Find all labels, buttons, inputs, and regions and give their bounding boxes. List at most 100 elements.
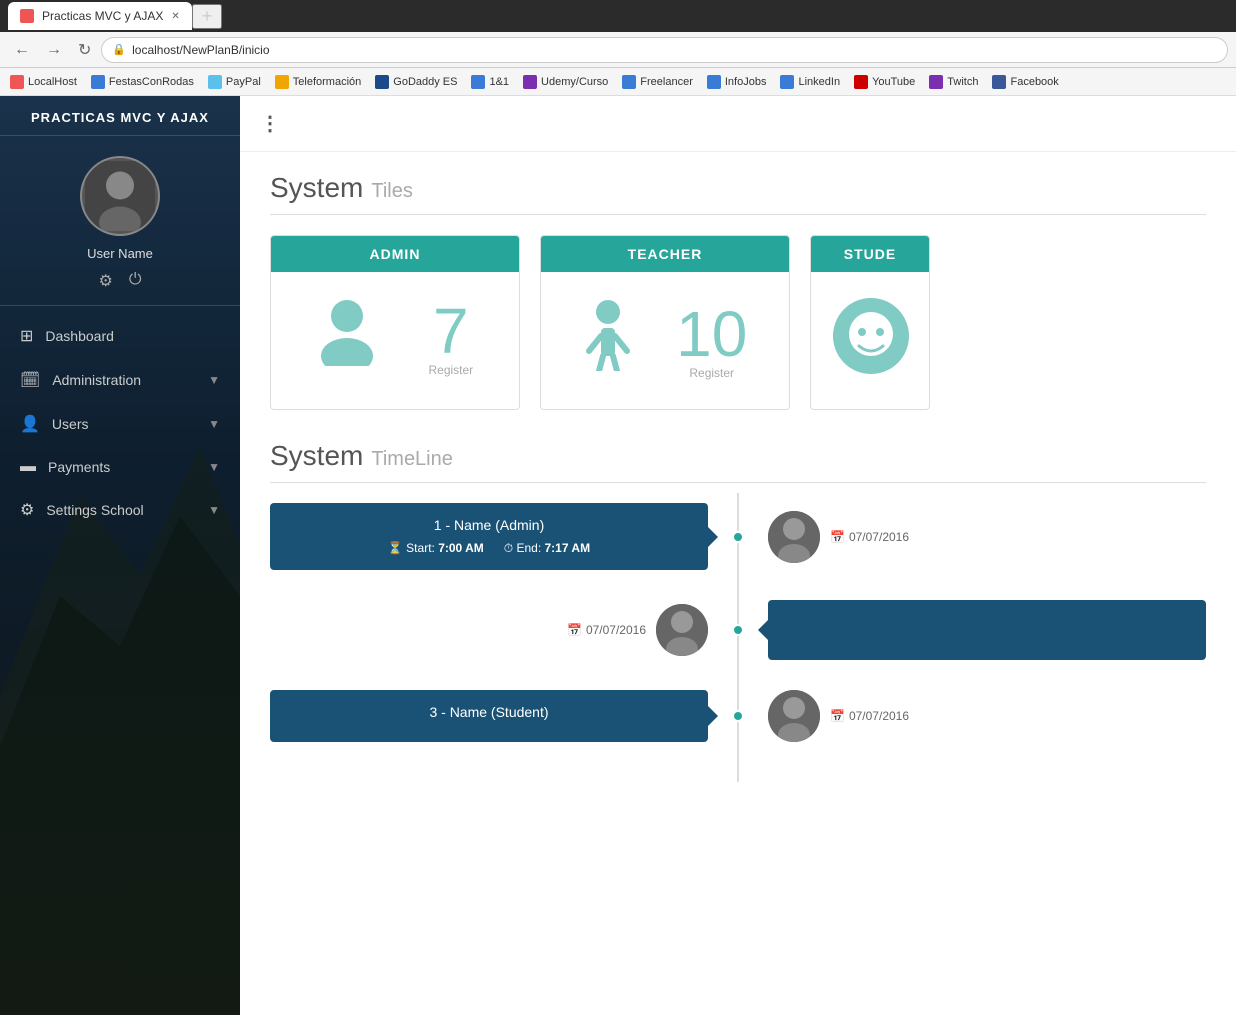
timeline-date-1: 📅 07/07/2016 [830, 530, 909, 544]
timeline-item-3: 3 - Name (Student) [270, 690, 1206, 742]
dashboard-icon: ⊞ [20, 326, 33, 346]
avatar [80, 156, 160, 236]
timeline-section-header: System TimeLine [270, 440, 1206, 483]
tile-student-body [811, 272, 929, 405]
tile-admin-label: Register [428, 363, 473, 377]
users-chevron-icon: ▼ [208, 417, 220, 431]
tile-admin-body: 7 Register [271, 272, 519, 404]
settings-icon[interactable]: ⚙ [99, 271, 113, 291]
timeline-arrow-3 [708, 706, 718, 726]
bookmark-infojobs[interactable]: InfoJobs [701, 73, 773, 91]
timeline-item-2: 📅 07/07/2016 [270, 600, 1206, 660]
timeline-card-1: 1 - Name (Admin) ⏳ Start: 7:00 AM ⏱ End:… [270, 503, 708, 570]
sidebar-item-payments[interactable]: ▬ Payments ▼ [0, 446, 240, 488]
reload-button[interactable]: ↻ [72, 36, 97, 64]
tab-favicon [20, 9, 34, 23]
timeline-item-1: 1 - Name (Admin) ⏳ Start: 7:00 AM ⏱ End:… [270, 503, 1206, 570]
bookmarks-bar: LocalHost FestasConRodas PayPal Teleform… [0, 68, 1236, 96]
tiles-section-title: System [270, 172, 363, 204]
bookmark-icon-festas [91, 75, 105, 89]
timeline-avatar-1 [768, 511, 820, 563]
bookmark-icon-udemy [523, 75, 537, 89]
timeline-left-2: 📅 07/07/2016 [270, 604, 708, 656]
timeline-avatar-3 [768, 690, 820, 742]
tile-teacher-count: 10 [676, 302, 747, 366]
bookmark-localhost[interactable]: LocalHost [4, 73, 83, 91]
tile-admin: ADMIN 7 Register [270, 235, 520, 410]
teacher-person-icon [583, 296, 633, 385]
timeline-date-2: 📅 07/07/2016 [567, 623, 646, 637]
bookmark-icon-youtube [854, 75, 868, 89]
menu-dots-button[interactable]: ⋮ [260, 111, 282, 136]
nav-bar: ← → ↻ 🔒 localhost/NewPlanB/inicio [0, 32, 1236, 68]
users-label: Users [52, 416, 89, 432]
settings-school-icon: ⚙ [20, 500, 34, 520]
user-name-label: User Name [87, 246, 153, 261]
active-tab[interactable]: Practicas MVC y AJAX ✕ [8, 2, 192, 30]
bookmark-icon-godaddy [375, 75, 389, 89]
timeline-date-3: 📅 07/07/2016 [830, 709, 909, 723]
bookmark-icon-linkedin [780, 75, 794, 89]
sidebar-item-users[interactable]: 👤 Users ▼ [0, 402, 240, 446]
topbar: ⋮ [240, 96, 1236, 152]
admin-person-icon [317, 296, 377, 380]
bookmark-linkedin[interactable]: LinkedIn [774, 73, 846, 91]
sidebar: PRACTICAS MVC Y AJAX User Name ⚙ ⏻ [0, 96, 240, 1015]
sidebar-item-settings-school[interactable]: ⚙ Settings School ▼ [0, 488, 240, 532]
calendar-icon-1: 📅 [830, 530, 845, 544]
users-icon: 👤 [20, 414, 40, 434]
settings-school-label: Settings School [46, 502, 143, 518]
tile-student-header: STUDE [811, 236, 929, 272]
forward-button[interactable]: → [40, 37, 68, 63]
bookmark-teleformacion[interactable]: Teleformación [269, 73, 367, 91]
bookmark-1and1[interactable]: 1&1 [465, 73, 515, 91]
administration-icon: 🗓 [20, 370, 40, 390]
tiles-section-header: System Tiles [270, 172, 1206, 215]
bookmark-icon-twitch [929, 75, 943, 89]
url-text: localhost/NewPlanB/inicio [132, 43, 269, 57]
bookmark-icon-localhost [10, 75, 24, 89]
bookmark-freelancer[interactable]: Freelancer [616, 73, 699, 91]
new-tab-button[interactable]: + [192, 4, 223, 29]
bookmark-facebook[interactable]: Facebook [986, 73, 1064, 91]
user-section: User Name ⚙ ⏻ [0, 136, 240, 306]
address-bar[interactable]: 🔒 localhost/NewPlanB/inicio [101, 37, 1228, 63]
tile-teacher: TEACHER [540, 235, 790, 410]
user-icons: ⚙ ⏻ [99, 271, 142, 291]
timeline-dot-2 [732, 624, 744, 636]
settings-school-chevron-icon: ▼ [208, 503, 220, 517]
tab-bar: Practicas MVC y AJAX ✕ + [0, 0, 1236, 32]
calendar-icon-2: 📅 [567, 623, 582, 637]
sidebar-title: PRACTICAS MVC Y AJAX [0, 96, 240, 136]
administration-chevron-icon: ▼ [208, 373, 220, 387]
back-button[interactable]: ← [8, 37, 36, 63]
sidebar-item-administration[interactable]: 🗓 Administration ▼ [0, 358, 240, 402]
student-face-icon [831, 296, 911, 381]
bookmark-youtube[interactable]: YouTube [848, 73, 921, 91]
bookmark-godaddy[interactable]: GoDaddy ES [369, 73, 463, 91]
tile-admin-count: 7 [428, 299, 473, 363]
sidebar-content: PRACTICAS MVC Y AJAX User Name ⚙ ⏻ [0, 96, 240, 1015]
bookmark-icon-freelancer [622, 75, 636, 89]
timeline-card-1-start: ⏳ Start: 7:00 AM [388, 541, 484, 556]
bookmark-udemy[interactable]: Udemy/Curso [517, 73, 614, 91]
timeline-dot-3 [732, 710, 744, 722]
payments-label: Payments [48, 459, 110, 475]
tile-teacher-header: TEACHER [541, 236, 789, 272]
tab-title: Practicas MVC y AJAX [42, 9, 163, 23]
bookmark-paypal[interactable]: PayPal [202, 73, 267, 91]
bookmark-festas[interactable]: FestasConRodas [85, 73, 200, 91]
bookmark-twitch[interactable]: Twitch [923, 73, 984, 91]
tab-close-button[interactable]: ✕ [171, 11, 179, 22]
bookmark-icon-1and1 [471, 75, 485, 89]
timeline-avatar-2 [656, 604, 708, 656]
content-area: System Tiles ADMIN 7 [240, 152, 1236, 802]
logout-icon[interactable]: ⏻ [129, 271, 142, 291]
timeline-card-2 [768, 600, 1206, 660]
timeline-card-3: 3 - Name (Student) [270, 690, 708, 742]
timeline-card-1-times: ⏳ Start: 7:00 AM ⏱ End: 7:17 AM [290, 541, 688, 556]
calendar-icon-3: 📅 [830, 709, 845, 723]
app-container: PRACTICAS MVC Y AJAX User Name ⚙ ⏻ [0, 96, 1236, 1015]
administration-label: Administration [52, 372, 141, 388]
sidebar-item-dashboard[interactable]: ⊞ Dashboard [0, 314, 240, 358]
